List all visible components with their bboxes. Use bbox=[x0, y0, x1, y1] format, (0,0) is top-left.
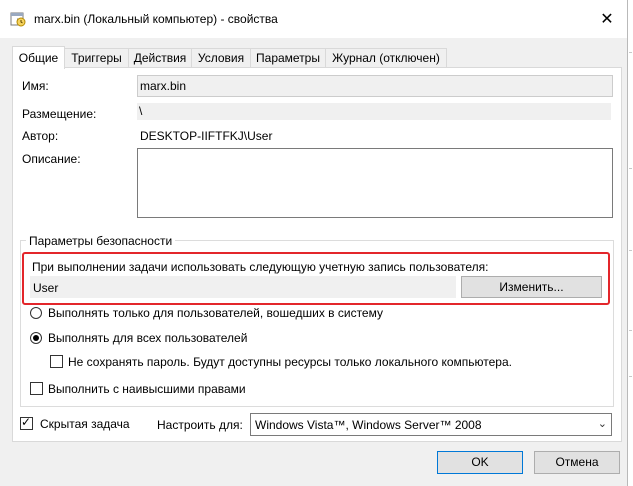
background-window-edge bbox=[628, 0, 633, 486]
tab-triggers[interactable]: Триггеры bbox=[64, 48, 129, 68]
cancel-button[interactable]: Отмена bbox=[534, 451, 620, 474]
tab-general[interactable]: Общие bbox=[12, 46, 65, 69]
author-value[interactable]: DESKTOP-IIFTFKJ\User bbox=[140, 129, 272, 143]
name-field[interactable] bbox=[137, 75, 613, 97]
hidden-task-checkbox[interactable]: ✓ bbox=[20, 415, 33, 430]
ok-button[interactable]: OK bbox=[437, 451, 523, 474]
tab-actions[interactable]: Действия bbox=[128, 48, 192, 68]
location-label: Размещение: bbox=[22, 107, 97, 121]
configure-for-value: Windows Vista™, Windows Server™ 2008 bbox=[255, 418, 482, 432]
chevron-down-icon: ⌄ bbox=[597, 418, 607, 430]
highest-privileges-label[interactable]: Выполнить с наивысшими правами bbox=[48, 382, 246, 396]
tab-settings[interactable]: Параметры bbox=[250, 48, 326, 68]
security-group-title: Параметры безопасности bbox=[26, 234, 176, 248]
configure-for-label: Настроить для: bbox=[157, 418, 243, 432]
name-label: Имя: bbox=[22, 79, 49, 93]
radio-logged-on-only[interactable] bbox=[30, 307, 42, 319]
no-store-password-checkbox[interactable] bbox=[50, 355, 63, 368]
author-label: Автор: bbox=[22, 129, 59, 143]
checkmark-icon: ✓ bbox=[21, 415, 32, 429]
highlight-frame bbox=[22, 252, 610, 305]
location-value: \ bbox=[139, 104, 143, 118]
description-label: Описание: bbox=[22, 152, 81, 166]
tab-history[interactable]: Журнал (отключен) bbox=[325, 48, 447, 68]
configure-for-select[interactable]: Windows Vista™, Windows Server™ 2008 ⌄ bbox=[250, 413, 612, 436]
window-title: marx.bin (Локальный компьютер) - свойств… bbox=[34, 12, 278, 26]
hidden-task-label[interactable]: Скрытая задача bbox=[40, 417, 130, 431]
highest-privileges-checkbox[interactable] bbox=[30, 382, 43, 395]
radio-selected-dot bbox=[33, 335, 39, 341]
location-field[interactable] bbox=[137, 103, 611, 120]
task-icon bbox=[10, 11, 26, 27]
properties-dialog: marx.bin (Локальный компьютер) - свойств… bbox=[0, 0, 628, 486]
tab-conditions[interactable]: Условия bbox=[191, 48, 251, 68]
no-store-password-label[interactable]: Не сохранять пароль. Будут доступны ресу… bbox=[68, 355, 512, 369]
title-bar[interactable]: marx.bin (Локальный компьютер) - свойств… bbox=[0, 0, 627, 38]
radio-all-users[interactable] bbox=[30, 332, 42, 344]
radio-logged-on-label[interactable]: Выполнять только для пользователей, воше… bbox=[48, 306, 383, 320]
description-textarea[interactable] bbox=[137, 148, 613, 218]
radio-all-users-label[interactable]: Выполнять для всех пользователей bbox=[48, 331, 247, 345]
close-button[interactable]: ✕ bbox=[593, 6, 621, 32]
close-icon: ✕ bbox=[600, 11, 614, 28]
name-value: marx.bin bbox=[140, 79, 187, 93]
